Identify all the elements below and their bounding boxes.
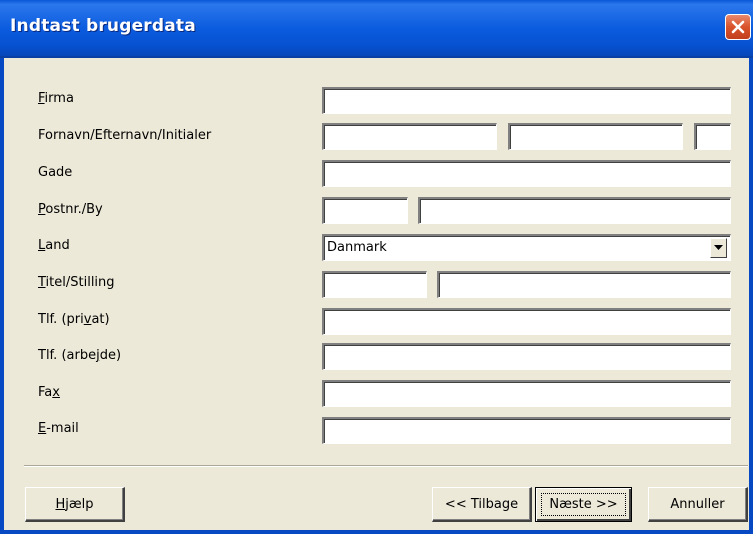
gade-input[interactable] xyxy=(322,160,731,187)
stilling-input[interactable] xyxy=(437,271,731,298)
close-button[interactable] xyxy=(725,14,751,40)
dropdown-arrow-button[interactable] xyxy=(710,238,727,258)
land-value: Danmark xyxy=(327,240,387,255)
fax-label: Fax xyxy=(38,385,60,400)
window-title: Indtast brugerdata xyxy=(10,16,196,36)
tlf-privat-label: Tlf. (privat) xyxy=(38,312,110,327)
close-icon xyxy=(731,20,745,34)
postnr-label: Postnr./By xyxy=(38,202,103,217)
cancel-button[interactable]: Annuller xyxy=(648,487,748,522)
back-button[interactable]: << Tilbage xyxy=(432,487,532,522)
window-frame-left xyxy=(0,58,4,534)
next-button[interactable]: Næste >> xyxy=(535,487,632,522)
land-select[interactable]: Danmark xyxy=(322,234,731,261)
window-frame-right xyxy=(749,58,753,534)
navn-label: Fornavn/Efternavn/Initialer xyxy=(38,128,212,143)
fax-input[interactable] xyxy=(322,380,731,407)
focus-rectangle xyxy=(541,493,626,516)
separator xyxy=(24,465,748,467)
titel-label: Titel/Stilling xyxy=(38,275,115,290)
by-input[interactable] xyxy=(418,197,731,224)
help-button[interactable]: Hjælp xyxy=(25,487,125,522)
email-input[interactable] xyxy=(322,417,731,444)
email-label: E-mail xyxy=(38,421,79,436)
window-frame-bottom xyxy=(0,530,753,534)
tlf-privat-input[interactable] xyxy=(322,308,731,335)
chevron-down-icon xyxy=(714,245,723,250)
postnr-input[interactable] xyxy=(322,197,408,224)
efternavn-input[interactable] xyxy=(508,123,683,150)
titel-input[interactable] xyxy=(322,271,427,298)
land-label: Land xyxy=(38,238,70,253)
cancel-button-label: Annuller xyxy=(670,496,725,512)
tlf-arbejde-label: Tlf. (arbejde) xyxy=(38,348,122,363)
initialer-input[interactable] xyxy=(694,123,731,150)
fornavn-input[interactable] xyxy=(322,123,497,150)
tlf-arbejde-input[interactable] xyxy=(322,343,731,370)
firma-label: Firma xyxy=(38,91,74,106)
help-button-label: Hjælp xyxy=(55,496,94,512)
gade-label: Gade xyxy=(38,165,73,180)
title-bar: Indtast brugerdata xyxy=(0,0,753,58)
firma-input[interactable] xyxy=(322,87,731,114)
back-button-label: << Tilbage xyxy=(444,496,519,512)
